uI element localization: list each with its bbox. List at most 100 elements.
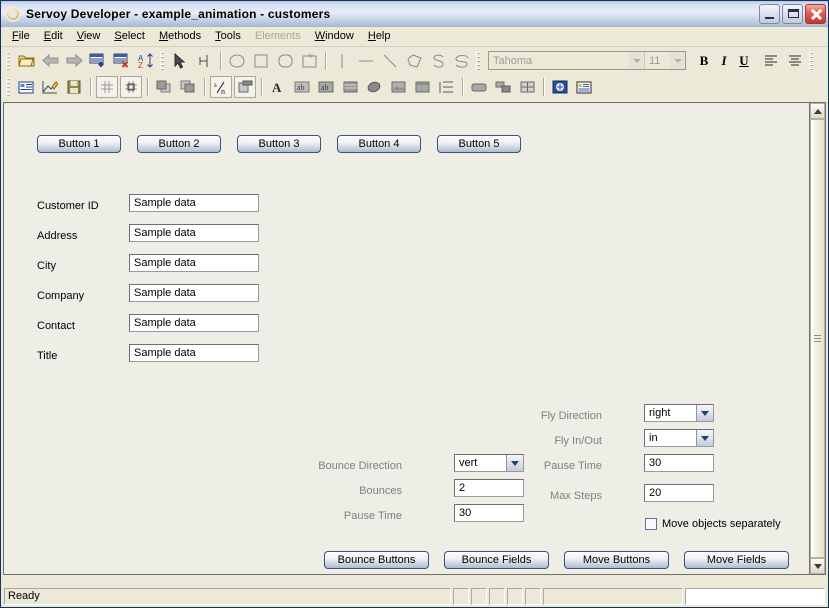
menu-tools[interactable]: Tools	[208, 28, 248, 45]
diagonal-line-icon[interactable]	[379, 50, 401, 72]
menu-elements: Elements	[254, 30, 301, 42]
form-button-2[interactable]: Button 2	[137, 135, 221, 153]
flag-icon[interactable]	[549, 76, 571, 98]
text-field-icon[interactable]: ab	[291, 76, 313, 98]
table-view-icon[interactable]	[516, 76, 538, 98]
text-area-icon[interactable]: ab	[315, 76, 337, 98]
toolbar-grip-3[interactable]	[476, 51, 480, 70]
form-button-4[interactable]: Button 4	[337, 135, 421, 153]
checkbox-box[interactable]	[645, 518, 657, 530]
underline-button[interactable]: U	[734, 51, 754, 71]
toolbar-grip-4[interactable]	[809, 51, 813, 70]
bounce-buttons-button[interactable]: Bounce Buttons	[324, 551, 429, 569]
delete-record-icon[interactable]	[111, 50, 133, 72]
fraction-icon[interactable]: s n	[210, 76, 232, 98]
add-record-icon[interactable]	[87, 50, 109, 72]
bring-front-icon[interactable]	[153, 76, 175, 98]
vertical-scrollbar[interactable]	[809, 102, 826, 575]
toolbar-grip-2[interactable]	[160, 51, 164, 70]
font-name-chevron-down-icon[interactable]	[629, 52, 644, 69]
scroll-down-button[interactable]	[810, 558, 825, 574]
polygon-icon[interactable]	[403, 50, 425, 72]
form-canvas[interactable]: Button 1 Button 2 Button 3 Button 4 Butt…	[3, 102, 809, 575]
button-image-icon[interactable]	[492, 76, 514, 98]
template-icon[interactable]: xy	[298, 50, 320, 72]
field-title[interactable]: Sample data	[129, 344, 259, 362]
field-city[interactable]: Sample data	[129, 254, 259, 272]
font-size-chevron-down-icon[interactable]	[670, 52, 685, 69]
bounce-fields-button[interactable]: Bounce Fields	[444, 551, 549, 569]
move-fields-button[interactable]: Move Fields	[684, 551, 789, 569]
toolbar2-grip[interactable]	[6, 78, 10, 96]
field-customer-id[interactable]: Sample data	[129, 194, 259, 212]
menu-help[interactable]: Help	[361, 28, 398, 45]
sort-az-icon[interactable]: A Z	[135, 50, 157, 72]
back-arrow-icon[interactable]	[39, 50, 61, 72]
combo-fly-direction[interactable]: right	[644, 404, 714, 422]
check-field-icon[interactable]	[363, 76, 385, 98]
menu-edit[interactable]: Edit	[37, 28, 70, 45]
close-button[interactable]	[805, 3, 826, 24]
menu-methods[interactable]: Methods	[152, 28, 208, 45]
font-size-combo[interactable]: 11	[644, 52, 670, 69]
list-box-icon[interactable]	[339, 76, 361, 98]
field-fly-pause-time[interactable]: 30	[644, 454, 714, 472]
fly-direction-chevron-down-icon[interactable]	[696, 405, 713, 421]
field-bounces[interactable]: 2	[454, 479, 524, 497]
save-icon[interactable]	[63, 76, 85, 98]
field-max-steps[interactable]: 20	[644, 484, 714, 502]
vertical-line-icon[interactable]	[331, 50, 353, 72]
form-button-1[interactable]: Button 1	[37, 135, 121, 153]
menu-view[interactable]: View	[70, 28, 108, 45]
menu-window[interactable]: Window	[308, 28, 361, 45]
button-icon[interactable]	[468, 76, 490, 98]
menu-select[interactable]: Select	[107, 28, 152, 45]
form-editor-icon[interactable]	[15, 76, 37, 98]
bounce-direction-chevron-down-icon[interactable]	[506, 455, 523, 471]
forward-arrow-icon[interactable]	[63, 50, 85, 72]
minimize-button[interactable]	[759, 3, 780, 24]
send-back-icon[interactable]	[177, 76, 199, 98]
toolbar-grip[interactable]	[6, 51, 10, 70]
image-field-icon[interactable]	[387, 76, 409, 98]
checkbox-move-objects-separately[interactable]: Move objects separately	[645, 518, 781, 530]
freehand-icon[interactable]	[451, 50, 473, 72]
maximize-button[interactable]	[782, 3, 803, 24]
portal-icon[interactable]	[411, 76, 433, 98]
field-contact[interactable]: Sample data	[129, 314, 259, 332]
grid-icon[interactable]	[96, 76, 118, 98]
align-left-button[interactable]	[760, 50, 782, 72]
bold-button[interactable]: B	[694, 51, 714, 71]
scrollbar-track[interactable]	[810, 119, 825, 558]
field-company[interactable]: Sample data	[129, 284, 259, 302]
combo-fly-in-out[interactable]: in	[644, 429, 714, 447]
combo-bounce-direction[interactable]: vert	[454, 454, 524, 472]
anchor-icon[interactable]	[193, 50, 215, 72]
pointer-icon[interactable]	[169, 50, 191, 72]
circle-icon[interactable]	[226, 50, 248, 72]
square-icon[interactable]	[250, 50, 272, 72]
record-view-icon[interactable]	[573, 76, 595, 98]
scroll-up-button[interactable]	[810, 103, 825, 119]
tab-panel-icon[interactable]	[435, 76, 457, 98]
move-buttons-button[interactable]: Move Buttons	[564, 551, 669, 569]
align-center-button[interactable]	[784, 50, 806, 72]
font-name-combo[interactable]: Tahoma	[489, 52, 629, 69]
open-folder-icon[interactable]	[15, 50, 37, 72]
curve-icon[interactable]	[427, 50, 449, 72]
field-address[interactable]: Sample data	[129, 224, 259, 242]
design-chart-icon[interactable]	[39, 76, 61, 98]
status-cell-white	[685, 587, 825, 605]
tab-sequence-icon[interactable]	[234, 76, 256, 98]
text-label-icon[interactable]: A	[267, 76, 289, 98]
snap-grid-icon[interactable]	[120, 76, 142, 98]
field-bounce-pause-time[interactable]: 30	[454, 504, 524, 522]
rounded-rect-icon[interactable]	[274, 50, 296, 72]
form-button-3[interactable]: Button 3	[237, 135, 321, 153]
menu-file[interactable]: File	[5, 28, 37, 45]
italic-button[interactable]: I	[714, 51, 734, 71]
form-button-5[interactable]: Button 5	[437, 135, 521, 153]
scrollbar-thumb[interactable]	[810, 119, 825, 558]
fly-in-out-chevron-down-icon[interactable]	[696, 430, 713, 446]
horizontal-line-icon[interactable]	[355, 50, 377, 72]
